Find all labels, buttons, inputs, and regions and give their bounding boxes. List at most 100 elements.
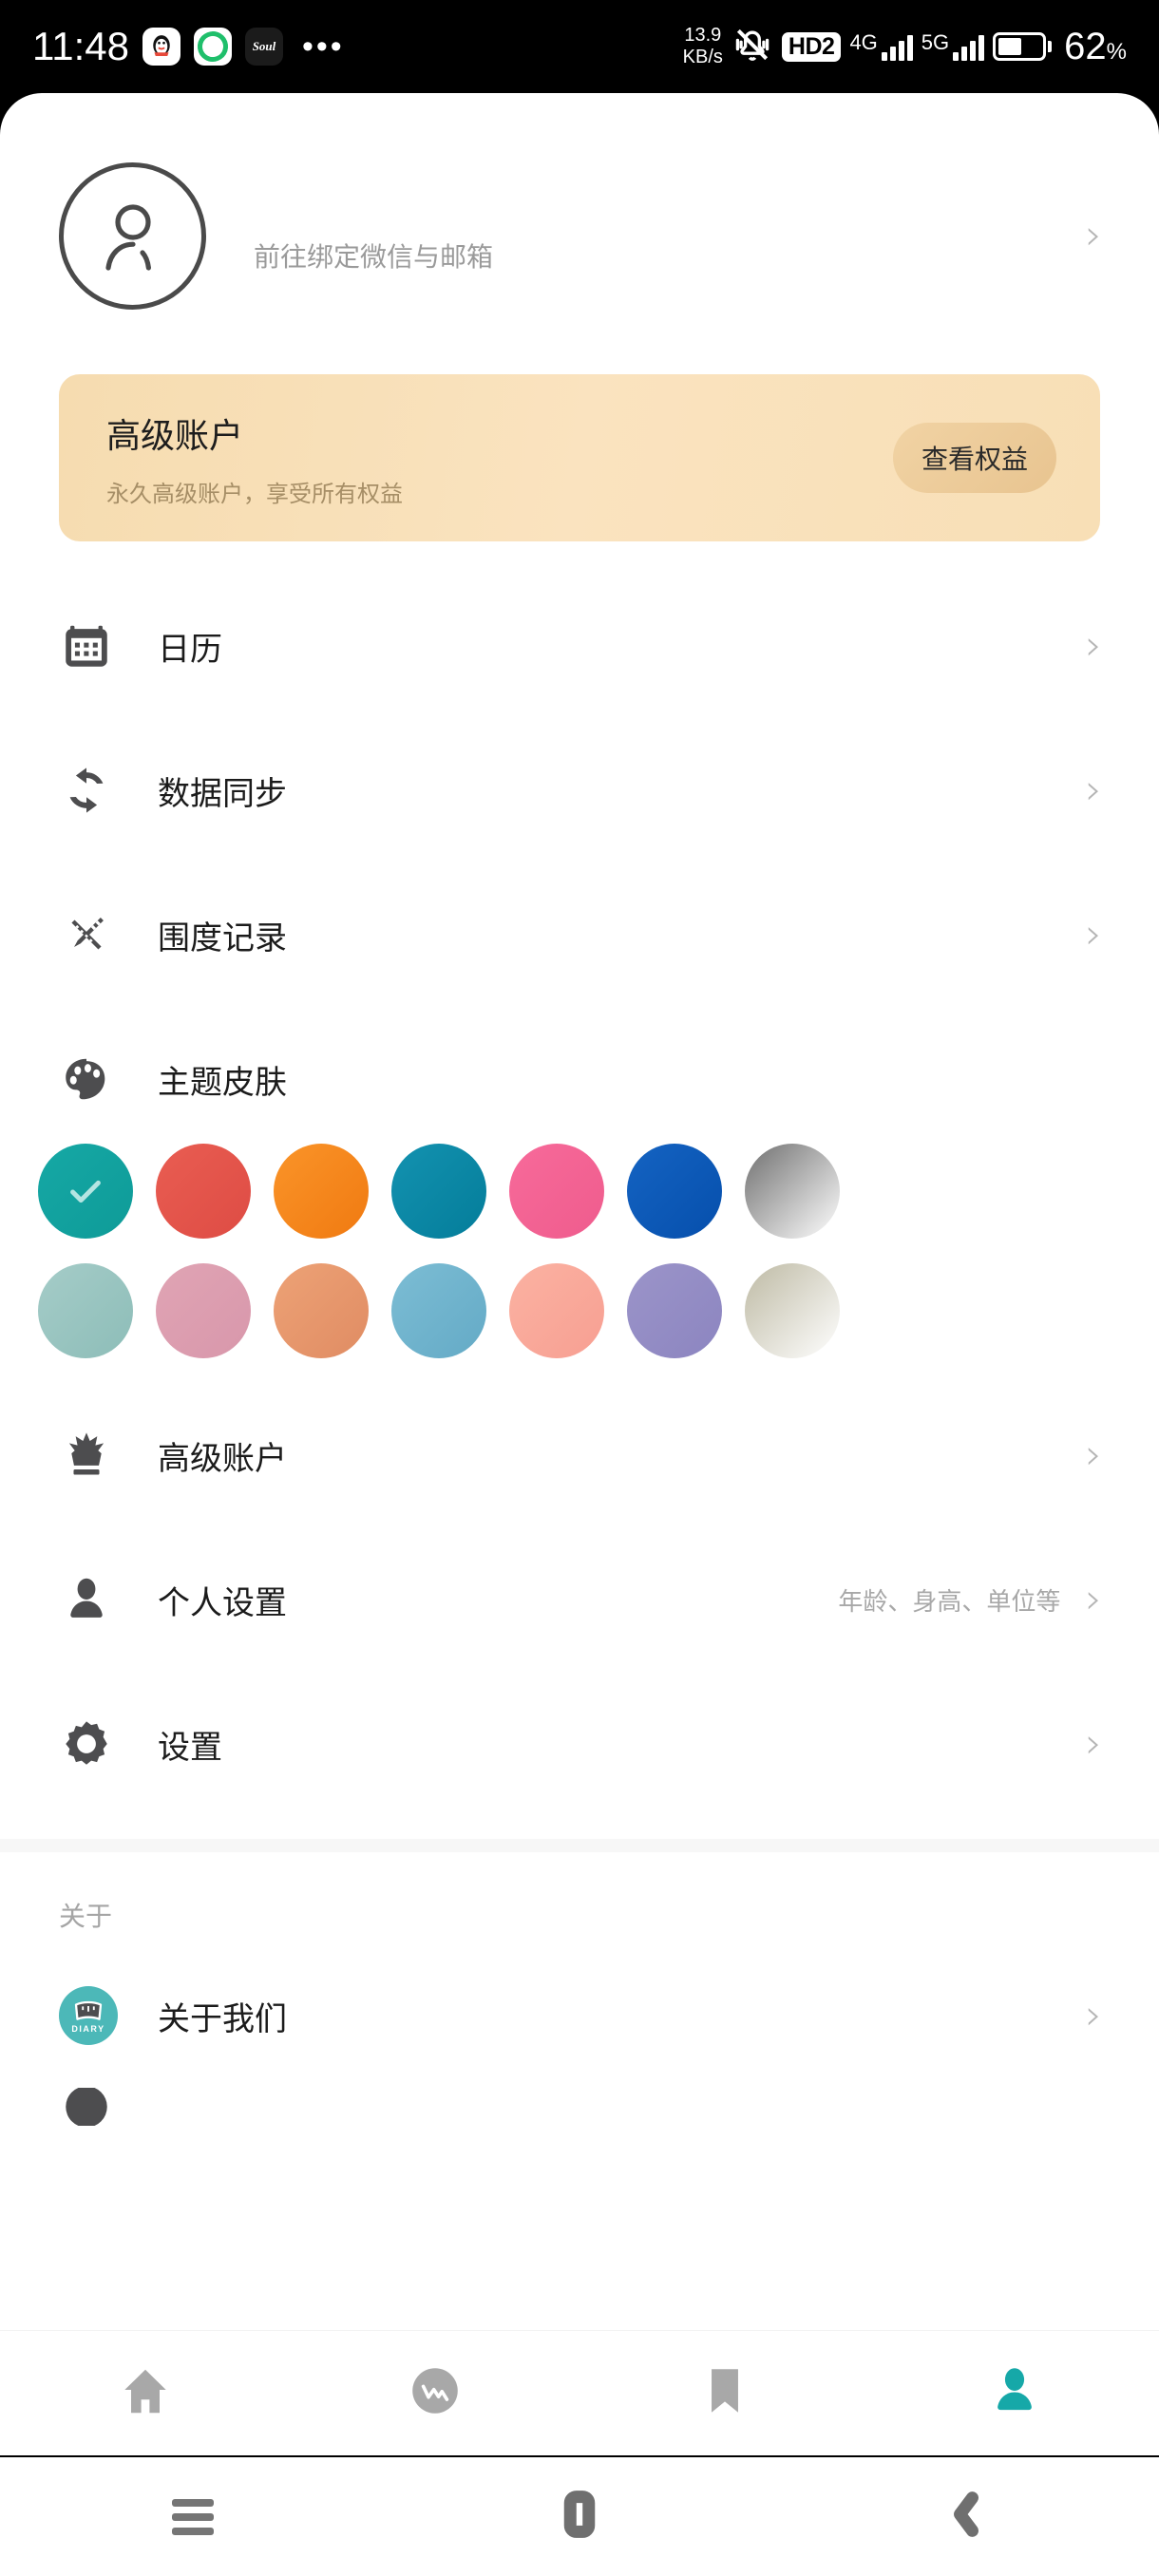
menu-item-personal-settings[interactable]: 个人设置 年龄、身高、单位等 › <box>0 1527 1159 1672</box>
premium-banner-title: 高级账户 <box>106 415 244 455</box>
status-bar-right: 13.9 KB/s HD2 4G 5G 62% <box>683 24 1127 70</box>
theme-swatch-grid <box>0 1144 1159 1358</box>
theme-swatch-orange[interactable] <box>274 1144 369 1239</box>
menu-item-label: 个人设置 <box>158 1584 287 1621</box>
sim1-label: 4G <box>849 30 878 54</box>
premium-banner-text: 高级账户 永久高级账户，享受所有权益 <box>106 408 893 508</box>
qq-icon <box>142 28 180 66</box>
sim1-bars <box>881 32 913 61</box>
menu-item-label: 主题皮肤 <box>158 1064 287 1101</box>
chart-circle-icon <box>406 2361 465 2425</box>
chevron-right-icon: › <box>1085 1575 1102 1623</box>
theme-swatch-soft-orange[interactable] <box>274 1263 369 1358</box>
back-chevron-icon <box>941 2490 991 2544</box>
avatar[interactable] <box>59 161 206 310</box>
theme-swatch-soft-beige[interactable] <box>745 1263 840 1358</box>
theme-swatch-soft-blue[interactable] <box>391 1263 486 1358</box>
about-section-title: 关于 <box>59 1902 113 1931</box>
status-clock: 11:48 <box>32 24 129 68</box>
theme-swatch-red[interactable] <box>156 1144 251 1239</box>
soul-icon: Soul <box>245 28 283 66</box>
menu-item-hint: 年龄、身高、单位等 <box>838 1586 1061 1616</box>
partial-icon <box>59 2088 133 2126</box>
square-icon <box>555 2490 604 2544</box>
status-bar-left: 11:48 Soul ••• <box>32 24 345 69</box>
diary-icon-text: DIARY <box>71 2023 105 2034</box>
menu-icon <box>172 2492 215 2542</box>
menu-item-settings[interactable]: 设置 › <box>0 1672 1159 1816</box>
menu-item-label: 日历 <box>158 631 222 668</box>
profile-text: 前往绑定微信与邮箱 <box>206 197 1085 275</box>
menu-item-partial[interactable] <box>0 2088 1159 2126</box>
profile-subtitle: 前往绑定微信与邮箱 <box>254 242 494 272</box>
sim2-signal: 5G <box>921 30 985 61</box>
battery-percent: 62% <box>1064 26 1127 68</box>
status-bar: 11:48 Soul ••• 13.9 KB/s HD2 4G 5G 62% <box>0 0 1159 93</box>
chevron-right-icon: › <box>1085 1430 1102 1479</box>
theme-swatch-soft-coral[interactable] <box>509 1263 604 1358</box>
nav-back-button[interactable] <box>772 2490 1159 2544</box>
menu-item-label: 设置 <box>158 1729 222 1766</box>
chevron-right-icon: › <box>1085 766 1102 814</box>
theme-swatch-gray-fade[interactable] <box>745 1144 840 1239</box>
android-nav-bar <box>0 2457 1159 2576</box>
sync-icon <box>59 763 133 818</box>
chevron-right-icon: › <box>1085 910 1102 958</box>
view-benefits-button[interactable]: 查看权益 <box>892 423 1056 493</box>
menu-item-about-us[interactable]: DIARY 关于我们 › <box>0 1943 1159 2088</box>
palette-icon <box>59 1051 133 1107</box>
phone-screen: 11:48 Soul ••• 13.9 KB/s HD2 4G 5G 62% 前… <box>0 0 1159 2576</box>
menu-item-label: 围度记录 <box>158 919 287 957</box>
tab-profile[interactable] <box>869 2361 1159 2425</box>
battery-percent-value: 62 <box>1064 25 1107 67</box>
nav-recents-button[interactable] <box>0 2492 387 2542</box>
theme-swatch-soft-teal[interactable] <box>38 1263 133 1358</box>
sim2-label: 5G <box>921 30 950 54</box>
menu-item-data-sync[interactable]: 数据同步 › <box>0 718 1159 862</box>
menu-item-premium-account[interactable]: 高级账户 › <box>0 1383 1159 1527</box>
theme-swatch-row-2 <box>38 1263 1159 1358</box>
premium-banner-subtitle: 永久高级账户，享受所有权益 <box>106 481 403 507</box>
menu-item-calendar[interactable]: 日历 › <box>0 574 1159 718</box>
theme-swatch-soft-pink[interactable] <box>156 1263 251 1358</box>
status-overflow-icon: ••• <box>302 28 345 65</box>
theme-swatch-blue-teal[interactable] <box>391 1144 486 1239</box>
chevron-right-icon: › <box>1085 1991 1102 2039</box>
bell-muted-icon <box>732 24 773 70</box>
chevron-right-icon: › <box>1085 211 1102 259</box>
theme-swatch-pink[interactable] <box>509 1144 604 1239</box>
calendar-icon <box>59 618 133 673</box>
profile-row[interactable]: 前往绑定微信与邮箱 › <box>0 141 1159 331</box>
theme-swatch-blue[interactable] <box>627 1144 722 1239</box>
gear-icon <box>59 1716 133 1771</box>
premium-banner[interactable]: 高级账户 永久高级账户，享受所有权益 查看权益 <box>59 374 1100 541</box>
person-icon <box>59 1572 133 1627</box>
chevron-right-icon: › <box>1085 621 1102 670</box>
theme-swatch-soft-purple[interactable] <box>627 1263 722 1358</box>
tab-home[interactable] <box>0 2361 290 2425</box>
menu-item-theme-skin[interactable]: 主题皮肤 <box>0 1007 1159 1151</box>
sim1-signal: 4G <box>849 30 913 61</box>
menu-item-label: 数据同步 <box>158 775 287 812</box>
tab-trend[interactable] <box>290 2361 580 2425</box>
diary-app-icon: DIARY <box>59 1986 133 2045</box>
tab-bookmark[interactable] <box>580 2361 869 2425</box>
menu-item-label: 关于我们 <box>158 2000 287 2037</box>
nav-home-button[interactable] <box>387 2490 773 2544</box>
menu-item-measurements[interactable]: 围度记录 › <box>0 862 1159 1007</box>
theme-swatch-teal[interactable] <box>38 1144 133 1239</box>
chevron-right-icon: › <box>1085 1719 1102 1768</box>
battery-percent-symbol: % <box>1106 38 1127 65</box>
bookmark-icon <box>695 2361 754 2425</box>
hd-badge: HD2 <box>781 31 842 62</box>
battery-icon <box>993 32 1053 61</box>
theme-swatch-row-1 <box>38 1144 1159 1239</box>
home-icon <box>116 2361 175 2425</box>
network-speed-value: 13.9 <box>684 25 722 46</box>
app-content: 前往绑定微信与邮箱 › 高级账户 永久高级账户，享受所有权益 查看权益 日历 › <box>0 93 1159 2455</box>
green-refresh-icon <box>194 28 232 66</box>
sim2-bars <box>953 32 985 61</box>
person-icon <box>985 2361 1044 2425</box>
menu-list: 日历 › 数据同步 › 围度记录 › 主题皮肤 高级账户 › 个人设置 年龄、身… <box>0 574 1159 2126</box>
network-speed-unit: KB/s <box>682 47 723 67</box>
